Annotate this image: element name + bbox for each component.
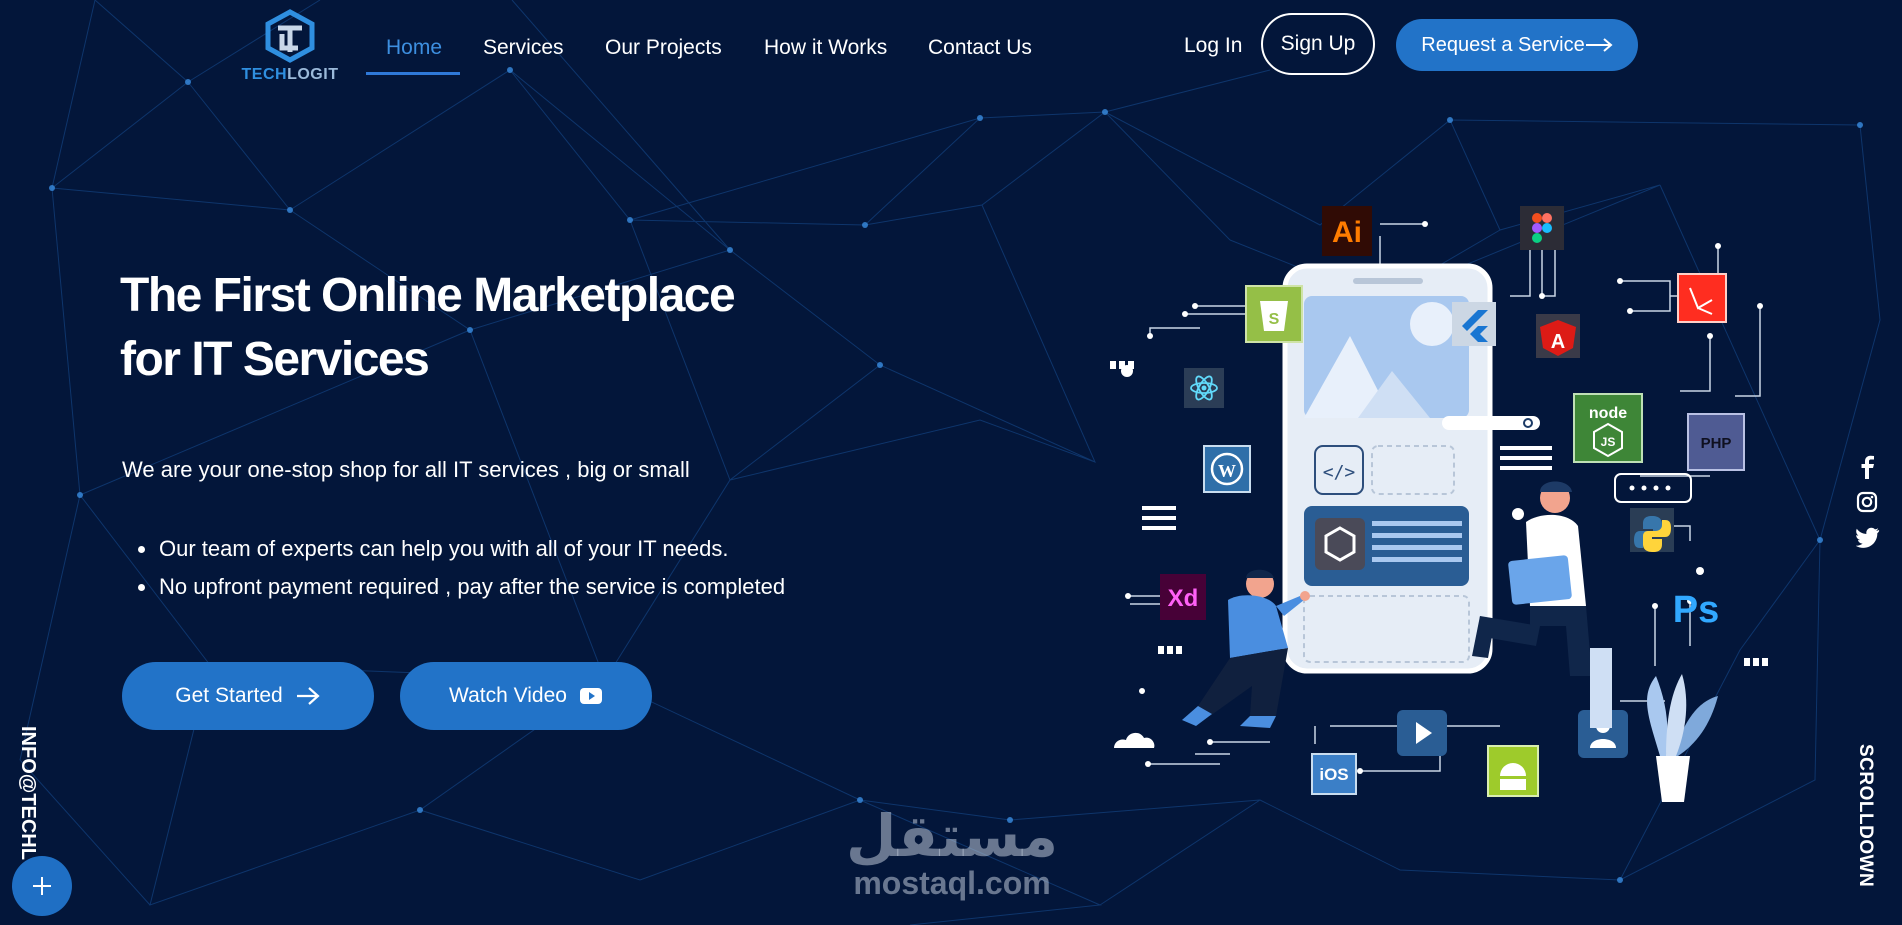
angular-icon: A <box>1536 314 1580 358</box>
wordpress-icon: W <box>1203 445 1251 493</box>
nav-link-home[interactable]: Home <box>386 36 442 60</box>
facebook-link[interactable] <box>1856 455 1878 479</box>
request-service-label: Request a Service <box>1421 33 1585 56</box>
svg-text:JS: JS <box>1601 435 1616 449</box>
nodejs-icon: node JS <box>1573 393 1643 463</box>
logo-hex-icon <box>265 9 315 63</box>
nav-link-contact-us[interactable]: Contact Us <box>928 36 1032 60</box>
login-button[interactable]: Log In <box>1184 34 1242 58</box>
signup-label: Sign Up <box>1280 32 1356 55</box>
techlogit-logo[interactable]: TECHLOGIT <box>240 8 340 84</box>
xd-icon: Xd <box>1160 574 1206 620</box>
laravel-icon <box>1677 273 1727 323</box>
ps-badge-text: Ps <box>1673 589 1719 631</box>
watermark-arabic: مستقل <box>845 802 1059 870</box>
arrow-right-icon <box>1585 38 1613 52</box>
nav-link-our-projects[interactable]: Our Projects <box>605 36 722 60</box>
instagram-icon <box>1856 491 1878 513</box>
plus-icon <box>33 877 51 895</box>
sitting-person-figure <box>1472 481 1612 728</box>
mostaql-watermark: مستقل mostaql.com <box>836 806 1068 900</box>
side-email-text: INFO@TECHLO <box>17 726 39 860</box>
list-item: Our team of experts can help you with al… <box>138 530 785 568</box>
scroll-down-indicator[interactable]: SCROLLDOWN <box>1854 744 1882 894</box>
cloud-icon <box>1114 732 1155 748</box>
nav-link-services[interactable]: Services <box>483 36 564 60</box>
logo-wordmark: TECHLOGIT <box>240 66 340 84</box>
figma-icon <box>1520 206 1564 250</box>
hero-bullet-list: Our team of experts can help you with al… <box>138 530 785 606</box>
hero-title: The First Online Marketplace for IT Serv… <box>120 264 736 392</box>
chat-bubble-icon <box>1614 473 1692 503</box>
twitter-link[interactable] <box>1855 525 1880 549</box>
play-video-icon <box>579 688 602 704</box>
ios-badge-text: iOS <box>1319 765 1348 784</box>
react-icon <box>1184 368 1224 408</box>
list-item: No upfront payment required , pay after … <box>138 568 785 606</box>
bullet-text-2: No upfront payment required , pay after … <box>159 574 786 599</box>
ios-icon: iOS <box>1311 753 1357 795</box>
bullet-text-1: Our team of experts can help you with al… <box>159 536 729 561</box>
watch-video-button[interactable]: Watch Video <box>400 662 652 730</box>
logo-text-logit: LOGIT <box>287 66 339 83</box>
hero-subtitle: We are your one-stop shop for all IT ser… <box>122 457 690 482</box>
watermark-latin: mostaql.com <box>853 865 1051 901</box>
signup-button[interactable]: Sign Up <box>1261 13 1375 75</box>
shopify-icon: S <box>1245 285 1303 343</box>
hero-title-line-2: for IT Services <box>120 333 430 386</box>
instagram-link[interactable] <box>1856 490 1878 514</box>
get-started-label: Get Started <box>175 684 283 707</box>
svg-text:W: W <box>1218 461 1236 481</box>
xd-badge-text: Xd <box>1168 585 1199 612</box>
top-navigation: TECHLOGIT Home Services Our Projects How… <box>0 0 1902 90</box>
bullet-dot <box>138 545 145 553</box>
watch-video-label: Watch Video <box>449 684 567 707</box>
svg-text:</>: </> <box>1323 462 1356 483</box>
ai-badge-text: Ai <box>1332 216 1362 249</box>
svg-text:A: A <box>1551 331 1565 353</box>
python-icon <box>1630 508 1674 552</box>
facebook-icon <box>1861 455 1874 479</box>
hero-title-line-1: The First Online Marketplace <box>120 269 736 322</box>
bullet-dot <box>138 583 145 591</box>
nav-link-how-it-works[interactable]: How it Works <box>764 36 887 60</box>
nav-active-indicator <box>366 72 460 75</box>
android-icon <box>1487 745 1539 797</box>
play-icon <box>1397 710 1447 756</box>
hero-illustration: </> Ai S A node JS PHP W Xd Ps iOS <box>1110 206 1768 802</box>
twitter-icon <box>1855 527 1880 548</box>
side-email-link[interactable]: INFO@TECHLO <box>12 726 42 860</box>
get-started-button[interactable]: Get Started <box>122 662 374 730</box>
php-badge-text: PHP <box>1701 435 1732 452</box>
request-service-button[interactable]: Request a Service <box>1396 19 1638 71</box>
scroll-down-text: SCROLLDOWN <box>1855 744 1876 888</box>
svg-text:S: S <box>1269 311 1280 328</box>
flutter-icon <box>1452 302 1496 346</box>
floating-add-button[interactable] <box>12 856 72 916</box>
logo-text-tech: TECH <box>241 66 288 83</box>
ai-icon: Ai <box>1322 206 1372 256</box>
svg-text:node: node <box>1589 405 1627 422</box>
arrow-right-icon <box>296 687 320 705</box>
plant-decoration <box>1647 674 1718 802</box>
php-icon: PHP <box>1687 413 1745 471</box>
